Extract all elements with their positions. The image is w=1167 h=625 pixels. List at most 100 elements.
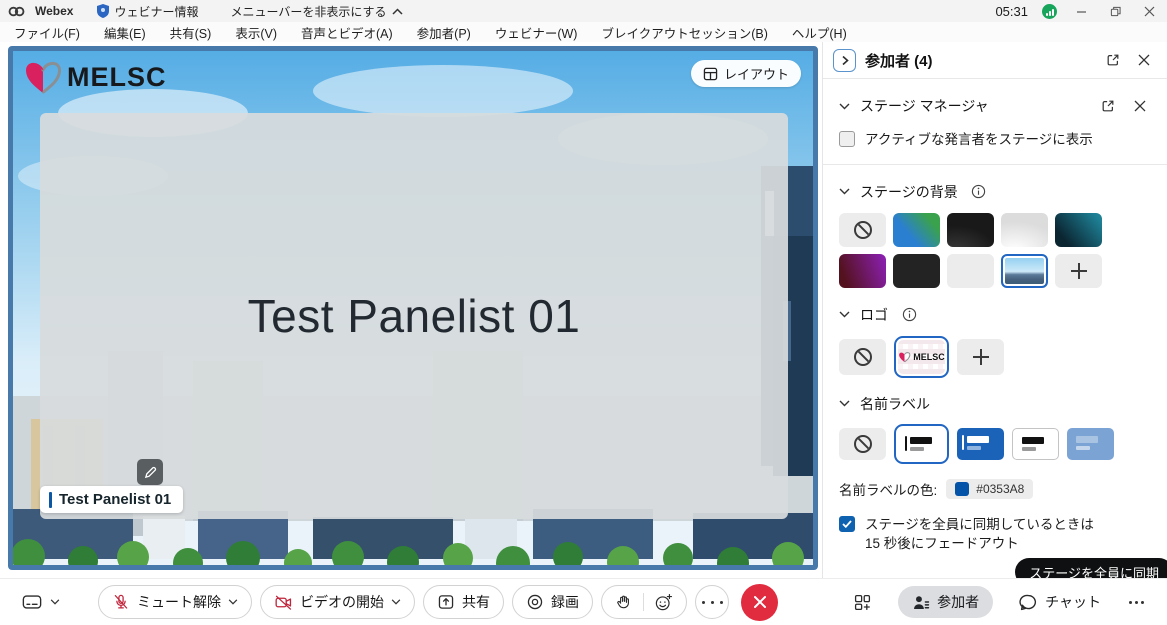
participants-icon bbox=[912, 594, 930, 611]
none-icon bbox=[854, 221, 872, 239]
apps-panel-icon[interactable] bbox=[853, 593, 872, 612]
menu-participants[interactable]: 参加者(P) bbox=[417, 23, 471, 42]
camera-off-icon bbox=[274, 594, 293, 611]
active-speaker-checkbox[interactable] bbox=[839, 131, 855, 147]
name-label-style-4[interactable] bbox=[1067, 428, 1114, 460]
chevron-down-icon[interactable] bbox=[839, 311, 850, 318]
stage-background-header: ステージの背景 bbox=[839, 181, 1151, 203]
raise-hand-icon[interactable] bbox=[615, 593, 633, 611]
name-label-style-1-selected[interactable] bbox=[894, 424, 949, 464]
sync-fadeout-checkbox-row: ステージを全員に同期しているときは 15 秒後にフェードアウト bbox=[839, 515, 1151, 554]
chevron-down-icon bbox=[228, 599, 238, 605]
background-swatch-white-wave[interactable] bbox=[1001, 213, 1048, 247]
close-icon bbox=[753, 595, 767, 609]
background-swatch-grid bbox=[839, 213, 1151, 288]
divider bbox=[643, 593, 644, 611]
menu-webinar[interactable]: ウェビナー(W) bbox=[495, 23, 578, 42]
chevron-down-icon[interactable] bbox=[839, 400, 850, 407]
leave-meeting-button[interactable] bbox=[741, 584, 778, 621]
name-label-color-row: 名前ラベルの色: #0353A8 bbox=[839, 479, 1151, 499]
stage-logo-text: MELSC bbox=[67, 62, 167, 93]
chevron-down-icon[interactable] bbox=[839, 188, 850, 195]
plus-icon bbox=[1071, 263, 1087, 279]
popout-icon bbox=[1101, 99, 1115, 113]
closed-captions-icon bbox=[22, 594, 42, 610]
close-window-button[interactable] bbox=[1139, 2, 1159, 20]
name-label-style-2[interactable] bbox=[957, 428, 1004, 460]
participant-display-name: Test Panelist 01 bbox=[248, 289, 581, 343]
layout-button[interactable]: レイアウト bbox=[691, 60, 801, 87]
divider bbox=[823, 164, 1167, 165]
background-swatch-teal[interactable] bbox=[1055, 213, 1102, 247]
app-brand: Webex bbox=[35, 4, 73, 18]
name-label-color-picker[interactable]: #0353A8 bbox=[946, 479, 1033, 499]
menu-help[interactable]: ヘルプ(H) bbox=[792, 23, 847, 42]
melsc-heart-icon bbox=[898, 351, 911, 363]
connection-quality-icon[interactable] bbox=[1042, 4, 1057, 19]
menu-view[interactable]: 表示(V) bbox=[235, 23, 277, 42]
webex-logo-icon bbox=[8, 5, 25, 18]
unmute-button[interactable]: ミュート解除 bbox=[98, 585, 252, 619]
background-swatch-light-gray[interactable] bbox=[947, 254, 994, 288]
info-icon[interactable] bbox=[898, 304, 920, 326]
edit-name-label-button[interactable] bbox=[137, 459, 163, 485]
share-button[interactable]: 共有 bbox=[423, 585, 504, 619]
sync-fadeout-checkbox[interactable] bbox=[839, 516, 855, 532]
start-video-button[interactable]: ビデオの開始 bbox=[260, 585, 415, 619]
menu-audio-video[interactable]: 音声とビデオ(A) bbox=[301, 23, 393, 42]
name-label-style-3[interactable] bbox=[1012, 428, 1059, 460]
background-swatch-maroon-purple[interactable] bbox=[839, 254, 886, 288]
menu-breakout[interactable]: ブレイクアウトセッション(B) bbox=[601, 23, 767, 42]
background-swatch-blue-green[interactable] bbox=[893, 213, 940, 247]
minimize-button[interactable] bbox=[1071, 2, 1091, 20]
stage-manager-header: ステージ マネージャ bbox=[839, 95, 1151, 117]
captions-control[interactable] bbox=[22, 594, 60, 610]
chat-toggle-button[interactable]: チャット bbox=[1019, 592, 1101, 612]
logo-melsc-swatch-selected[interactable]: MELSC bbox=[894, 336, 949, 378]
popout-panel-button[interactable] bbox=[1102, 49, 1124, 71]
more-options-button[interactable] bbox=[695, 585, 729, 619]
participants-toggle-button[interactable]: 参加者 bbox=[898, 586, 993, 618]
info-icon[interactable] bbox=[968, 181, 990, 203]
plus-icon bbox=[973, 349, 989, 365]
background-swatch-black-wave[interactable] bbox=[947, 213, 994, 247]
panel-title: 参加者 (4) bbox=[865, 50, 933, 71]
menu-file[interactable]: ファイル(F) bbox=[14, 23, 80, 42]
record-button[interactable]: 録画 bbox=[512, 585, 593, 619]
reactions-emoji-icon[interactable] bbox=[654, 593, 673, 612]
active-speaker-checkbox-row: アクティブな発言者をステージに表示 bbox=[839, 130, 1151, 150]
stage: Test Panelist 01 MELSC レイアウト bbox=[8, 46, 818, 570]
name-label-header: 名前ラベル bbox=[839, 394, 1151, 414]
chevron-down-icon[interactable] bbox=[839, 103, 850, 110]
background-swatch-city-selected[interactable] bbox=[1001, 254, 1048, 288]
menu-share[interactable]: 共有(S) bbox=[170, 23, 212, 42]
hide-menubar-button[interactable]: メニューバーを非表示にする bbox=[230, 3, 402, 20]
more-panels-button[interactable] bbox=[1127, 601, 1145, 604]
logo-none-swatch[interactable] bbox=[839, 339, 886, 375]
popout-stage-manager-button[interactable] bbox=[1097, 95, 1119, 117]
check-icon bbox=[842, 520, 852, 528]
logo-options-row: MELSC bbox=[839, 336, 1151, 378]
background-swatch-charcoal[interactable] bbox=[893, 254, 940, 288]
name-label-accent-bar bbox=[49, 492, 52, 508]
control-bar: ミュート解除 ビデオの開始 共有 録画 bbox=[0, 578, 1167, 625]
restore-button[interactable] bbox=[1105, 2, 1125, 20]
logo-add-button[interactable] bbox=[957, 339, 1004, 375]
color-swatch bbox=[955, 482, 969, 496]
close-icon bbox=[1138, 54, 1150, 66]
collapse-panel-button[interactable] bbox=[833, 49, 856, 72]
chevron-down-icon bbox=[391, 599, 401, 605]
chat-bubble-icon bbox=[1019, 593, 1038, 612]
background-add-button[interactable] bbox=[1055, 254, 1102, 288]
chevron-up-icon bbox=[392, 8, 403, 15]
webinar-info-button[interactable]: ウェビナー情報 bbox=[97, 3, 198, 20]
close-stage-manager-button[interactable] bbox=[1129, 95, 1151, 117]
menu-edit[interactable]: 編集(E) bbox=[104, 23, 146, 42]
webex-window: Webex ウェビナー情報 メニューバーを非表示にする 05:31 ファイル(F… bbox=[0, 0, 1167, 625]
background-none-swatch[interactable] bbox=[839, 213, 886, 247]
menubar: ファイル(F) 編集(E) 共有(S) 表示(V) 音声とビデオ(A) 参加者(… bbox=[0, 22, 1167, 42]
name-label-none-swatch[interactable] bbox=[839, 428, 886, 460]
close-panel-button[interactable] bbox=[1133, 49, 1155, 71]
panel-header: 参加者 (4) bbox=[823, 42, 1167, 79]
popout-icon bbox=[1106, 53, 1120, 67]
